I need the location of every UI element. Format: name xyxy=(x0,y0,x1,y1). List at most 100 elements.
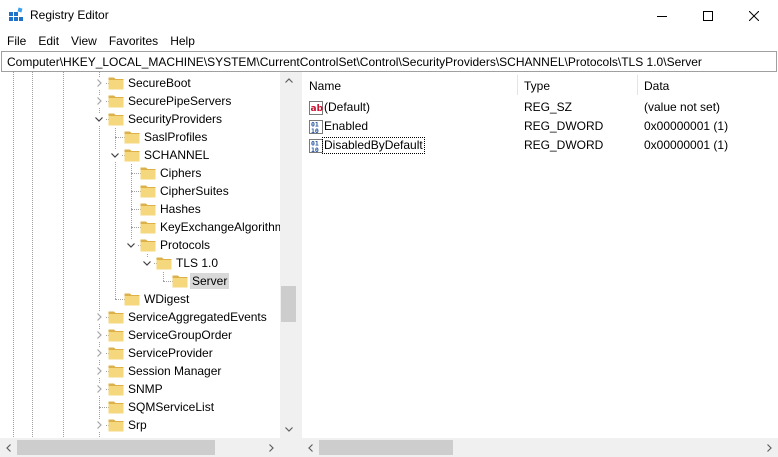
expand-arrow[interactable] xyxy=(93,365,105,377)
tree-node[interactable]: ServiceGroupOrder xyxy=(0,326,280,344)
address-path: Computer\HKEY_LOCAL_MACHINE\SYSTEM\Curre… xyxy=(7,55,702,69)
tree-node-label: SecureBoot xyxy=(128,76,191,90)
tree-node[interactable]: KeyExchangeAlgorithms xyxy=(0,218,291,236)
minimize-button[interactable] xyxy=(639,0,685,31)
collapse-arrow[interactable] xyxy=(93,113,105,125)
tree-node-label: CipherSuites xyxy=(160,184,229,198)
tree-node-label: Srp xyxy=(128,418,147,432)
tree-node[interactable]: SCHANNEL xyxy=(0,146,280,164)
value-name: (Default) xyxy=(324,100,371,114)
chevron-right-icon xyxy=(97,349,102,357)
tree-node[interactable]: WDigest xyxy=(0,290,280,308)
value-row[interactable]: 01 10 Enabled REG_DWORD 0x00000001 (1) xyxy=(302,117,778,136)
tree-node-label: Server xyxy=(190,273,230,289)
tree-node[interactable]: ServiceAggregatedEvents xyxy=(0,308,280,326)
collapse-arrow[interactable] xyxy=(141,257,153,269)
tree-node[interactable]: SQMServiceList xyxy=(0,398,280,416)
scroll-up-arrow[interactable] xyxy=(280,72,297,89)
expand-arrow[interactable] xyxy=(93,311,105,323)
list-horizontal-scroll-thumb[interactable] xyxy=(319,440,453,455)
expand-arrow[interactable] xyxy=(93,419,105,431)
tree-node-label: KeyExchangeAlgorithms xyxy=(160,220,291,234)
maximize-button[interactable] xyxy=(685,0,731,31)
expand-arrow[interactable] xyxy=(93,95,105,107)
expand-arrow[interactable] xyxy=(93,77,105,89)
chevron-up-icon xyxy=(284,78,293,83)
menu-file[interactable]: File xyxy=(1,31,32,51)
tree-node[interactable]: CipherSuites xyxy=(0,182,280,200)
column-header-type[interactable]: Type xyxy=(517,72,550,97)
expand-arrow[interactable] xyxy=(93,329,105,341)
svg-text:ab: ab xyxy=(311,104,324,114)
tree-node[interactable]: SaslProfiles xyxy=(0,128,280,146)
tree-node[interactable]: SNMP xyxy=(0,380,280,398)
tree-node-label: ServiceGroupOrder xyxy=(128,328,233,342)
tree-node[interactable]: SecureBoot xyxy=(0,74,280,92)
collapse-arrow[interactable] xyxy=(125,239,137,251)
column-header-name[interactable]: Name xyxy=(302,72,341,97)
scrollbar-corner xyxy=(280,438,297,457)
tree-horizontal-scrollbar[interactable] xyxy=(0,438,280,457)
address-bar[interactable]: Computer\HKEY_LOCAL_MACHINE\SYSTEM\Curre… xyxy=(1,51,777,72)
menu-edit[interactable]: Edit xyxy=(32,31,65,51)
tree-node[interactable]: Srp xyxy=(0,416,280,434)
chevron-right-icon xyxy=(97,313,102,321)
key-tree[interactable]: SecureBoot SecurePipeServers SecurityProvi… xyxy=(0,72,297,457)
tree-vertical-scroll-thumb[interactable] xyxy=(281,286,296,322)
expand-arrow[interactable] xyxy=(93,347,105,359)
tree-node-label: TLS 1.0 xyxy=(176,256,219,270)
close-button[interactable] xyxy=(731,0,777,31)
tree-node[interactable]: Server xyxy=(0,272,280,290)
menu-help[interactable]: Help xyxy=(164,31,201,51)
chevron-right-icon xyxy=(97,421,102,429)
tree-node[interactable]: TLS 1.0 xyxy=(0,254,280,272)
maximize-icon xyxy=(703,10,713,21)
tree-scroll-right-arrow[interactable] xyxy=(263,439,280,456)
tree-node[interactable]: ServiceProvider xyxy=(0,344,280,362)
svg-text:10: 10 xyxy=(311,146,319,154)
tree-node-label: ServiceProvider xyxy=(128,346,213,360)
tree-node[interactable]: Protocols xyxy=(0,236,280,254)
chevron-down-icon xyxy=(284,427,293,432)
tree-vertical-scrollbar[interactable] xyxy=(280,72,297,438)
folder-icon xyxy=(156,257,172,270)
collapse-arrow[interactable] xyxy=(109,149,121,161)
registry-editor-icon xyxy=(9,7,23,21)
folder-icon xyxy=(108,383,124,396)
values-list[interactable]: Name Type Data ab (Default) REG_SZ (value n… xyxy=(302,72,778,457)
value-data: 0x00000001 (1) xyxy=(644,138,729,152)
folder-icon xyxy=(108,77,124,90)
value-row[interactable]: 01 10 DisabledByDefault REG_DWORD 0x00000001… xyxy=(302,136,778,155)
tree-node[interactable]: SecurityProviders xyxy=(0,110,280,128)
value-data: (value not set) xyxy=(644,100,721,114)
list-horizontal-scrollbar[interactable] xyxy=(302,438,778,457)
scroll-down-arrow[interactable] xyxy=(280,421,297,438)
tree-node-label: Ciphers xyxy=(160,166,202,180)
column-header-data[interactable]: Data xyxy=(637,72,669,97)
folder-icon xyxy=(124,131,140,144)
expand-arrow[interactable] xyxy=(93,383,105,395)
tree-node[interactable]: Ciphers xyxy=(0,164,280,182)
list-scroll-left-arrow[interactable] xyxy=(302,439,319,456)
tree-node-label: SecurityProviders xyxy=(128,112,223,126)
value-name: DisabledByDefault xyxy=(322,137,425,154)
tree-node-label: ServiceAggregatedEvents xyxy=(128,310,267,324)
tree-scroll-left-arrow[interactable] xyxy=(0,439,17,456)
value-type: REG_DWORD xyxy=(524,138,604,152)
chevron-down-icon xyxy=(127,243,135,248)
menu-favorites[interactable]: Favorites xyxy=(103,31,164,51)
folder-icon xyxy=(108,311,124,324)
chevron-down-icon xyxy=(143,261,151,266)
binary-value-icon: 0110 xyxy=(309,120,323,135)
folder-icon xyxy=(124,149,140,162)
value-row[interactable]: ab (Default) REG_SZ (value not set) xyxy=(302,98,778,117)
tree-horizontal-scroll-thumb[interactable] xyxy=(17,440,215,455)
close-icon xyxy=(749,10,759,21)
tree-node[interactable]: Hashes xyxy=(0,200,280,218)
tree-node-label: Session Manager xyxy=(128,364,222,378)
menu-view[interactable]: View xyxy=(65,31,103,51)
tree-node[interactable]: Session Manager xyxy=(0,362,280,380)
chevron-down-icon xyxy=(111,153,119,158)
list-scroll-right-arrow[interactable] xyxy=(761,439,778,456)
tree-node[interactable]: SecurePipeServers xyxy=(0,92,280,110)
